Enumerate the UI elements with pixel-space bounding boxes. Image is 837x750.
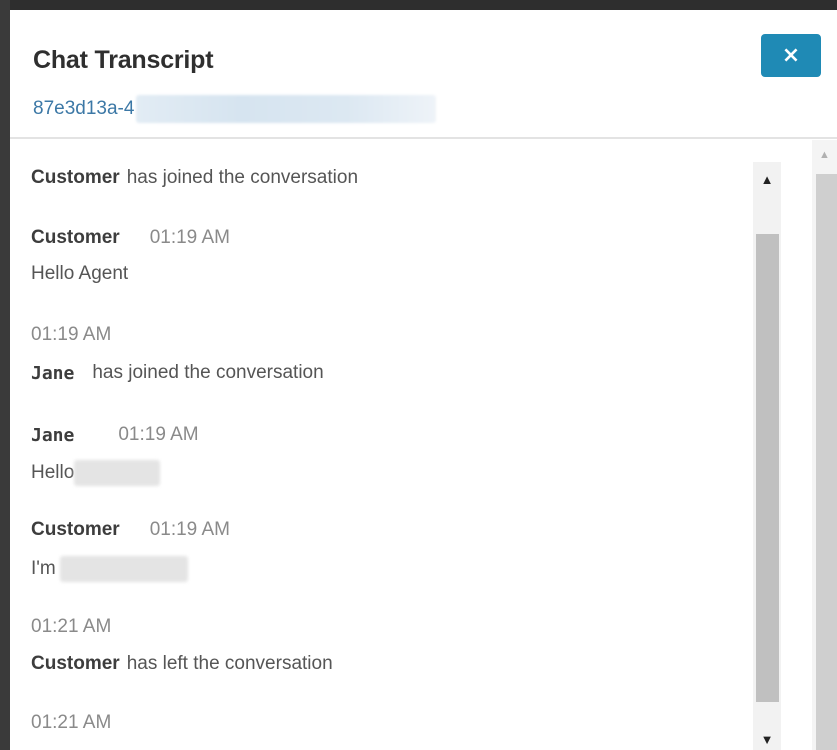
participant-name: Customer xyxy=(31,167,120,188)
chevron-up-icon[interactable]: ▲ xyxy=(812,140,837,170)
message-header: Customer 01:19 AM xyxy=(31,519,230,541)
event-time: 01:21 AM xyxy=(31,712,112,733)
event-timestamp: 01:19 AM xyxy=(31,324,111,346)
close-icon: × xyxy=(781,42,801,68)
message-header: Jane 01:19 AM xyxy=(31,424,199,446)
event-jane-joined: Jane has joined the conversation xyxy=(31,362,324,384)
message-body: I'm xyxy=(31,556,188,582)
redacted-text xyxy=(59,556,188,582)
scrollbar-thumb[interactable] xyxy=(756,234,779,702)
window-left-border xyxy=(0,0,10,750)
message-timestamp: 01:19 AM xyxy=(149,227,230,248)
message-timestamp: 01:19 AM xyxy=(149,519,230,540)
page-scrollbar-thumb[interactable] xyxy=(816,174,837,750)
chat-transcript-modal: Chat Transcript 87e3d13a-4 × Customer ha… xyxy=(10,10,837,750)
event-time: 01:21 AM xyxy=(31,616,112,637)
participant-name: Customer xyxy=(31,519,120,540)
participant-name: Jane xyxy=(31,362,75,384)
contact-id-link[interactable]: 87e3d13a-4 xyxy=(33,98,134,120)
event-customer-left: Customer has left the conversation xyxy=(31,653,333,675)
chevron-up-icon[interactable]: ▲ xyxy=(753,162,781,196)
event-timestamp: 01:21 AM xyxy=(31,712,111,734)
participant-name: Customer xyxy=(31,653,120,674)
contact-id-row: 87e3d13a-4 xyxy=(33,94,437,124)
event-text: has joined the conversation xyxy=(126,167,359,188)
modal-header: Chat Transcript 87e3d13a-4 × xyxy=(10,10,837,139)
chevron-down-icon[interactable]: ▼ xyxy=(753,728,781,750)
message-timestamp: 01:19 AM xyxy=(118,424,199,445)
message-body: Hello xyxy=(31,460,161,486)
transcript-list: Customer has joined the conversation Cus… xyxy=(10,139,760,750)
participant-name: Customer xyxy=(31,227,120,248)
message-body: Hello Agent xyxy=(31,263,128,285)
message-text: Hello Agent xyxy=(31,263,129,284)
event-customer-joined: Customer has joined the conversation xyxy=(31,167,358,189)
redacted-text xyxy=(74,460,161,486)
contact-id-redacted xyxy=(136,95,437,123)
message-text: Hello xyxy=(31,462,75,483)
event-time: 01:19 AM xyxy=(31,324,112,345)
window-top-border xyxy=(0,0,837,10)
transcript-scrollbar[interactable]: ▲ ▼ xyxy=(753,162,781,750)
event-timestamp: 01:21 AM xyxy=(31,616,111,638)
close-button[interactable]: × xyxy=(761,34,821,77)
page-scrollbar[interactable]: ▲ xyxy=(812,140,837,750)
event-text: has joined the conversation xyxy=(92,362,324,383)
message-text: I'm xyxy=(31,558,56,579)
event-text: has left the conversation xyxy=(126,653,333,674)
message-header: Customer 01:19 AM xyxy=(31,227,230,249)
participant-name: Jane xyxy=(31,424,75,446)
modal-title: Chat Transcript xyxy=(33,46,214,74)
